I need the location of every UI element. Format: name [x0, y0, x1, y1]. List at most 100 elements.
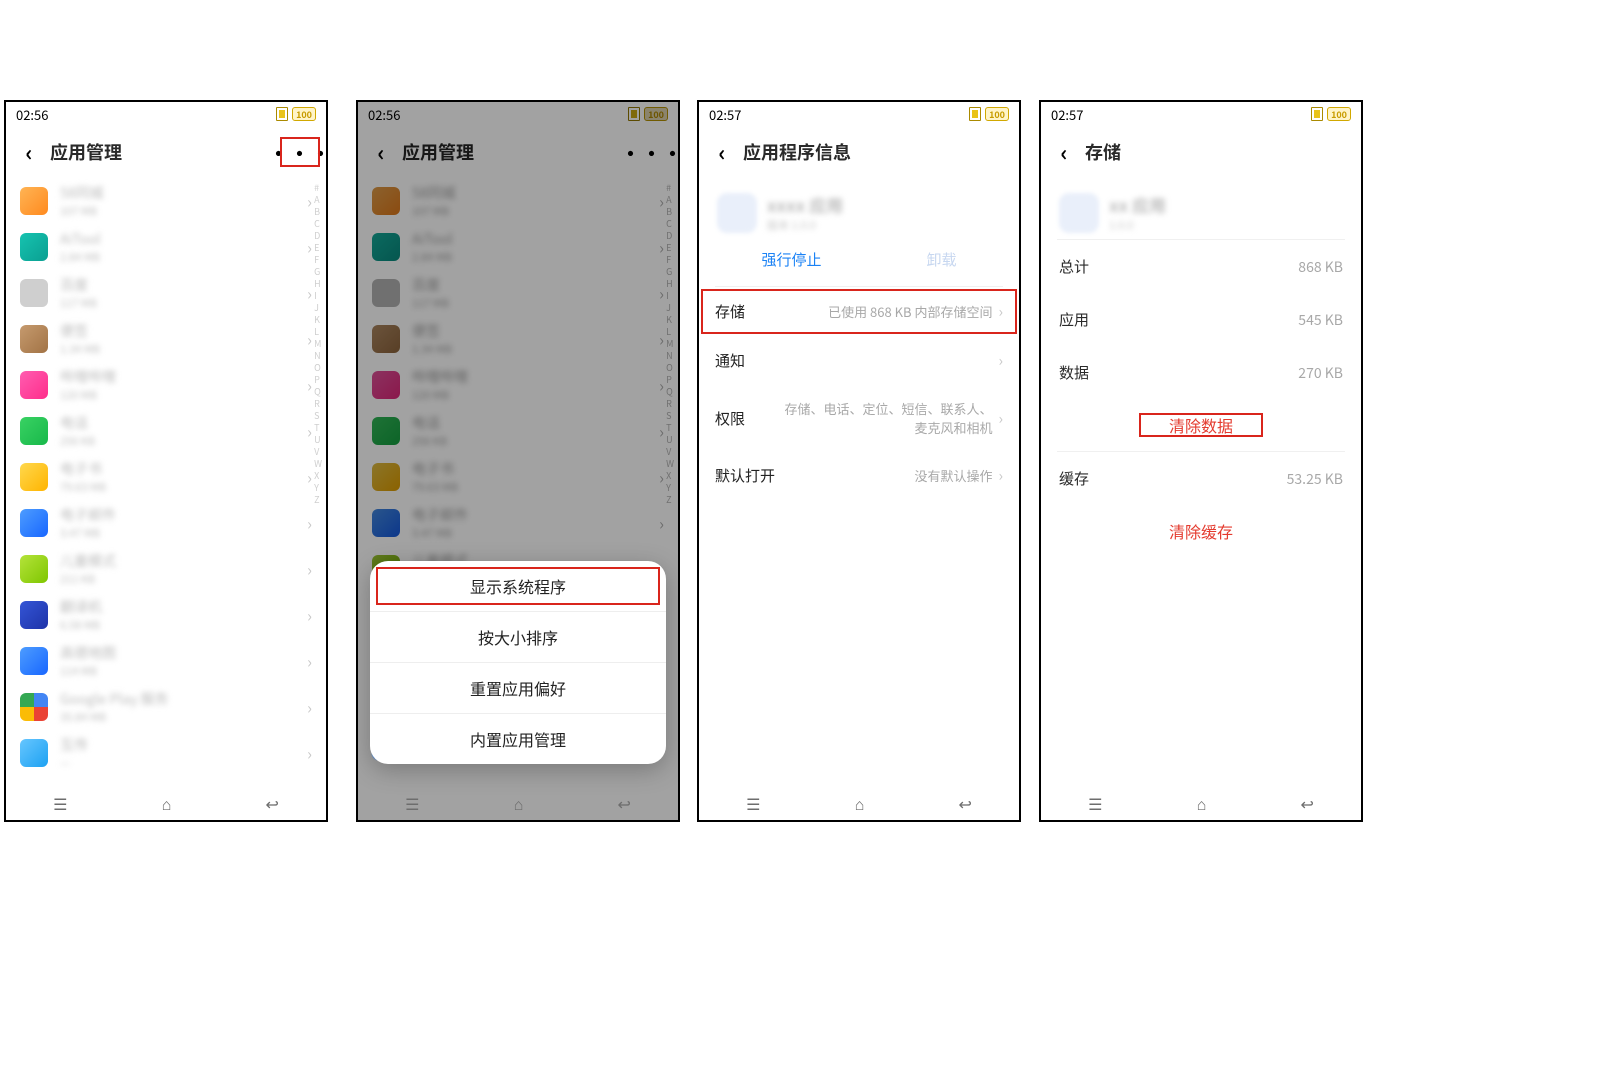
- alpha-index-letter[interactable]: C: [314, 218, 322, 229]
- alpha-index-letter[interactable]: F: [314, 254, 322, 265]
- list-item[interactable]: 58同城107 MB›: [358, 178, 678, 224]
- back-icon[interactable]: ‹: [1053, 141, 1075, 163]
- list-item[interactable]: 电话256 KB›: [358, 408, 678, 454]
- list-item[interactable]: 百度117 MB›: [6, 270, 326, 316]
- alpha-index-letter[interactable]: Z: [314, 494, 322, 505]
- alpha-index-letter[interactable]: G: [314, 266, 322, 277]
- alpha-index-letter[interactable]: M: [666, 338, 674, 349]
- alpha-index-letter[interactable]: D: [314, 230, 322, 241]
- list-item[interactable]: 电子邮件3.47 MB›: [6, 500, 326, 546]
- alpha-index-letter[interactable]: H: [314, 278, 322, 289]
- row-permissions[interactable]: 权限 存储、电话、定位、短信、联系人、麦克风和相机 ›: [699, 385, 1019, 451]
- alpha-index-letter[interactable]: Y: [666, 482, 674, 493]
- alpha-index-letter[interactable]: E: [314, 242, 322, 253]
- alpha-index-letter[interactable]: F: [666, 254, 674, 265]
- list-item[interactable]: 儿童模式211 KB›: [6, 546, 326, 592]
- clear-data-button[interactable]: 清除数据: [1041, 399, 1361, 451]
- alpha-index-letter[interactable]: L: [666, 326, 674, 337]
- row-storage[interactable]: 存储 已使用 868 KB 内部存储空间 ›: [699, 287, 1019, 336]
- menu-sort-by-size[interactable]: 按大小排序: [370, 611, 666, 662]
- list-item[interactable]: 便签1.34 MB›: [358, 316, 678, 362]
- alpha-index-letter[interactable]: L: [314, 326, 322, 337]
- more-icon[interactable]: •••: [638, 143, 666, 161]
- alpha-index-letter[interactable]: A: [314, 194, 322, 205]
- alpha-index-letter[interactable]: S: [666, 410, 674, 421]
- alpha-index-letter[interactable]: V: [666, 446, 674, 457]
- alpha-index-letter[interactable]: Q: [666, 386, 674, 397]
- list-item[interactable]: 电子书79.63 MB›: [358, 454, 678, 500]
- list-item[interactable]: 互传—›: [6, 730, 326, 776]
- alpha-index-letter[interactable]: B: [666, 206, 674, 217]
- alpha-index-letter[interactable]: P: [314, 374, 322, 385]
- alpha-index-letter[interactable]: D: [666, 230, 674, 241]
- back-icon[interactable]: ‹: [711, 141, 733, 163]
- alpha-index-letter[interactable]: W: [314, 458, 322, 469]
- menu-show-system-apps[interactable]: 显示系统程序: [370, 561, 666, 611]
- alpha-index-letter[interactable]: E: [666, 242, 674, 253]
- nav-recent-icon[interactable]: ☰: [405, 791, 419, 815]
- row-open-default[interactable]: 默认打开 没有默认操作 ›: [699, 451, 1019, 500]
- row-notifications[interactable]: 通知 ›: [699, 336, 1019, 385]
- menu-builtin-app-mgmt[interactable]: 内置应用管理: [370, 713, 666, 764]
- alpha-index-letter[interactable]: #: [666, 182, 674, 193]
- alpha-index-letter[interactable]: U: [314, 434, 322, 445]
- list-item[interactable]: 便签1.34 MB›: [6, 316, 326, 362]
- alpha-index-letter[interactable]: #: [314, 182, 322, 193]
- list-item[interactable]: 哔哩哔哩120 MB›: [6, 362, 326, 408]
- nav-back-icon[interactable]: ↩: [265, 791, 278, 815]
- alpha-index-letter[interactable]: H: [666, 278, 674, 289]
- alpha-index-letter[interactable]: B: [314, 206, 322, 217]
- alpha-index-letter[interactable]: Z: [666, 494, 674, 505]
- list-item[interactable]: AiTool2.84 MB›: [358, 224, 678, 270]
- nav-recent-icon[interactable]: ☰: [1088, 791, 1102, 815]
- clear-cache-button[interactable]: 清除缓存: [1041, 505, 1361, 557]
- alpha-index-letter[interactable]: I: [666, 290, 674, 301]
- alpha-index-letter[interactable]: K: [314, 314, 322, 325]
- alpha-index-letter[interactable]: U: [666, 434, 674, 445]
- alpha-index-letter[interactable]: P: [666, 374, 674, 385]
- nav-recent-icon[interactable]: ☰: [53, 791, 67, 815]
- list-item[interactable]: 百度117 MB›: [358, 270, 678, 316]
- back-icon[interactable]: ‹: [370, 141, 392, 163]
- alpha-index-letter[interactable]: O: [314, 362, 322, 373]
- alpha-index-letter[interactable]: T: [314, 422, 322, 433]
- nav-recent-icon[interactable]: ☰: [746, 791, 760, 815]
- alpha-index-letter[interactable]: J: [314, 302, 322, 313]
- nav-home-icon[interactable]: ⌂: [855, 791, 865, 815]
- alpha-index-letter[interactable]: X: [314, 470, 322, 481]
- alpha-index-letter[interactable]: S: [314, 410, 322, 421]
- alpha-index-letter[interactable]: X: [666, 470, 674, 481]
- list-item[interactable]: 哔哩哔哩120 MB›: [358, 362, 678, 408]
- alpha-index-letter[interactable]: M: [314, 338, 322, 349]
- alpha-index-letter[interactable]: R: [666, 398, 674, 409]
- nav-home-icon[interactable]: ⌂: [1197, 791, 1207, 815]
- back-icon[interactable]: ‹: [18, 141, 40, 163]
- alpha-index-letter[interactable]: J: [666, 302, 674, 313]
- alpha-index-letter[interactable]: W: [666, 458, 674, 469]
- alpha-index-letter[interactable]: A: [666, 194, 674, 205]
- list-item[interactable]: 电子邮件3.47 MB›: [358, 500, 678, 546]
- list-item[interactable]: Google Play 服务35.84 MB›: [6, 684, 326, 730]
- alpha-index-letter[interactable]: I: [314, 290, 322, 301]
- alpha-index-letter[interactable]: V: [314, 446, 322, 457]
- alpha-index-letter[interactable]: N: [314, 350, 322, 361]
- alpha-index[interactable]: #ABCDEFGHIJKLMNOPQRSTUVWXYZ: [314, 178, 322, 776]
- list-item[interactable]: 58同城107 MB›: [6, 178, 326, 224]
- nav-home-icon[interactable]: ⌂: [162, 791, 172, 815]
- alpha-index-letter[interactable]: G: [666, 266, 674, 277]
- list-item[interactable]: 电子书79.63 MB›: [6, 454, 326, 500]
- alpha-index-letter[interactable]: R: [314, 398, 322, 409]
- alpha-index[interactable]: #ABCDEFGHIJKLMNOPQRSTUVWXYZ: [666, 178, 674, 592]
- list-item[interactable]: 电话256 KB›: [6, 408, 326, 454]
- list-item[interactable]: 翻译机6.58 MB›: [6, 592, 326, 638]
- nav-home-icon[interactable]: ⌂: [514, 791, 524, 815]
- alpha-index-letter[interactable]: N: [666, 350, 674, 361]
- force-stop-button[interactable]: 强行停止: [761, 249, 821, 270]
- nav-back-icon[interactable]: ↩: [1300, 791, 1313, 815]
- alpha-index-letter[interactable]: C: [666, 218, 674, 229]
- nav-back-icon[interactable]: ↩: [958, 791, 971, 815]
- alpha-index-letter[interactable]: K: [666, 314, 674, 325]
- list-item[interactable]: AiTool2.84 MB›: [6, 224, 326, 270]
- more-icon[interactable]: •••: [286, 143, 314, 161]
- alpha-index-letter[interactable]: Q: [314, 386, 322, 397]
